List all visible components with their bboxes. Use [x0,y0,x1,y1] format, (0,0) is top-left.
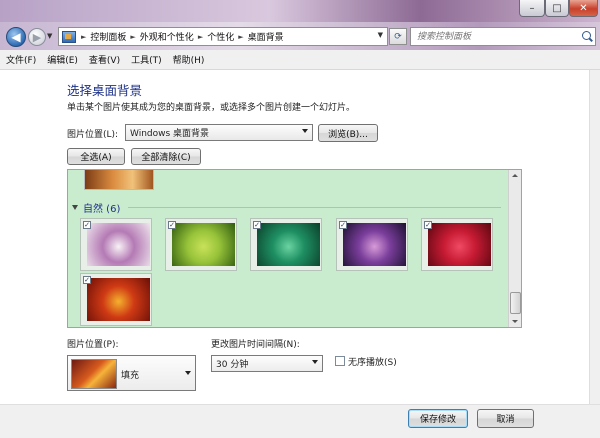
picture-position-value: 填充 [121,371,140,381]
instruction-text: 单击某个图片使其成为您的桌面背景，或选择多个图片创建一个幻灯片。 [67,103,356,113]
menu-help[interactable]: 帮助(H) [167,53,210,66]
refresh-button[interactable]: ⟳ [389,28,407,45]
breadcrumb-control-panel[interactable]: 控制面板 [88,30,128,43]
interval-select[interactable]: 30 分钟 [211,355,323,372]
thumbnail-checkbox[interactable]: ✓ [339,221,347,229]
scroll-thumb[interactable] [510,292,521,314]
picture-location-value: Windows 桌面背景 [130,129,210,139]
red-dahlia-image [428,223,491,266]
chevron-down-icon [302,129,308,133]
chevron-down-icon [312,360,318,364]
menu-bar: 文件(F) 编辑(E) 查看(V) 工具(T) 帮助(H) [0,50,600,70]
select-all-button[interactable]: 全选(A) [67,148,125,165]
search-box[interactable] [410,27,596,46]
picture-thumbnail[interactable]: ✓ [421,218,493,271]
clear-all-button[interactable]: 全部清除(C) [131,148,201,165]
thumbnail-checkbox[interactable]: ✓ [83,276,91,284]
position-preview-image [71,359,117,389]
previous-group-thumbnail[interactable] [84,170,154,190]
group-divider [128,207,501,208]
chevron-right-icon[interactable]: ► [196,33,205,41]
breadcrumb-desktop-background[interactable]: 桌面背景 [246,30,286,43]
thumbnail-checkbox[interactable]: ✓ [253,221,261,229]
history-dropdown-icon[interactable]: ▼ [47,32,55,42]
autumn-leaves-image [87,278,150,321]
back-button[interactable]: ◀ [6,27,26,47]
chevron-right-icon[interactable]: ► [128,33,137,41]
menu-tools[interactable]: 工具(T) [125,53,167,66]
address-dropdown-icon[interactable]: ▼ [378,31,383,39]
scroll-up-icon[interactable] [512,174,518,177]
green-leaves-image [172,223,235,266]
picture-location-select[interactable]: Windows 桌面背景 [125,124,313,141]
green-plant-image [257,223,320,266]
control-panel-icon [62,30,76,43]
picture-position-select[interactable]: 填充 [67,355,196,391]
save-changes-button[interactable]: 保存修改 [408,409,468,428]
picture-thumbnail[interactable]: ✓ [336,218,408,271]
group-header-nature[interactable]: 自然 (6) [72,200,120,215]
menu-view[interactable]: 查看(V) [83,53,125,66]
picture-thumbnail[interactable]: ✓ [165,218,237,271]
window-scrollbar[interactable] [589,70,600,404]
group-title: 自然 (6) [83,204,121,215]
picture-position-label: 图片位置(P): [67,340,119,350]
collapse-arrow-icon[interactable] [72,205,78,210]
thumbnail-checkbox[interactable]: ✓ [83,221,91,229]
picture-list[interactable]: 自然 (6) ✓ ✓ ✓ ✓ ✓ ✓ [67,169,522,328]
search-input[interactable] [417,30,567,43]
close-button[interactable]: ✕ [569,0,598,17]
interval-value: 30 分钟 [216,360,249,370]
thumbnail-checkbox[interactable]: ✓ [424,221,432,229]
menu-edit[interactable]: 编辑(E) [41,53,83,66]
shuffle-label[interactable]: 无序播放(S) [348,355,397,368]
thumbnail-checkbox[interactable]: ✓ [168,221,176,229]
chevron-down-icon [185,371,191,375]
minimize-button[interactable]: – [519,0,545,17]
refresh-icon: ⟳ [394,31,402,42]
picture-thumbnail[interactable]: ✓ [80,273,152,326]
page-title: 选择桌面背景 [67,83,143,98]
picture-location-label: 图片位置(L): [67,130,119,140]
cancel-button[interactable]: 取消 [477,409,534,428]
search-icon[interactable] [582,31,591,40]
maximize-button[interactable]: □ [545,0,569,17]
picture-thumbnail[interactable]: ✓ [80,218,152,271]
purple-thistle-image [343,223,406,266]
picture-thumbnail[interactable]: ✓ [250,218,322,271]
white-flower-image [87,223,150,266]
shuffle-checkbox[interactable] [335,356,345,366]
breadcrumb-personalization[interactable]: 个性化 [205,30,236,43]
scroll-down-icon[interactable] [512,320,518,323]
interval-label: 更改图片时间间隔(N): [211,340,300,350]
breadcrumb-appearance[interactable]: 外观和个性化 [138,30,196,43]
picture-list-scrollbar[interactable] [508,170,521,327]
breadcrumb[interactable]: ► 控制面板 ► 外观和个性化 ► 个性化 ► 桌面背景 ▼ [58,27,388,46]
chevron-right-icon[interactable]: ► [236,33,245,41]
chevron-right-icon[interactable]: ► [79,33,88,41]
forward-button[interactable]: ▶ [28,28,46,46]
menu-file[interactable]: 文件(F) [0,53,41,66]
browse-button[interactable]: 浏览(B)... [318,124,378,142]
title-bar [0,0,600,22]
